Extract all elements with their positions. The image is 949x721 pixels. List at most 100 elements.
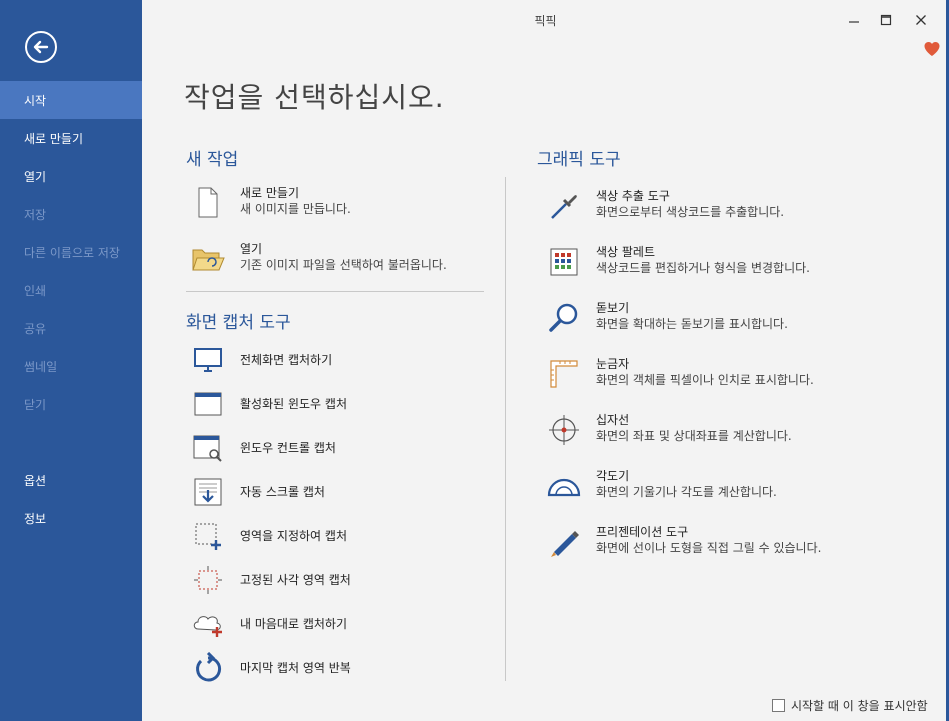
- item-label: 마지막 캡처 영역 반복: [240, 661, 351, 675]
- capture-fullscreen-item[interactable]: 전체화면 캡처하기: [190, 342, 332, 378]
- ruler-icon: [546, 356, 582, 392]
- item-desc: 화면의 좌표 및 상대좌표를 계산합니다.: [596, 429, 792, 443]
- item-label: 윈도우 컨트롤 캡처: [240, 441, 336, 455]
- sidebar-item-label: 열기: [24, 169, 47, 184]
- item-desc: 색상코드를 편집하거나 형식을 변경합니다.: [596, 261, 810, 275]
- sidebar-item-label: 새로 만들기: [24, 131, 84, 146]
- sidebar-item-label: 공유: [24, 321, 47, 336]
- item-desc: 새 이미지를 만듭니다.: [240, 202, 351, 216]
- item-label: 영역을 지정하여 캡처: [240, 529, 347, 543]
- freehand-cloud-icon: [190, 606, 226, 642]
- item-title: 색상 팔레트: [596, 245, 656, 259]
- crosshair-icon: [546, 412, 582, 448]
- sidebar-item-thumbnail[interactable]: 썸네일: [0, 347, 142, 385]
- magnifier-item[interactable]: 돋보기 화면을 확대하는 돋보기를 표시합니다.: [546, 300, 788, 336]
- item-desc: 화면으로부터 색상코드를 추출합니다.: [596, 205, 785, 219]
- sidebar-item-label: 썸네일: [24, 359, 58, 374]
- sidebar-item-save-as[interactable]: 다른 이름으로 저장: [0, 233, 142, 271]
- item-title: 돋보기: [596, 301, 630, 315]
- sidebar-item-share[interactable]: 공유: [0, 309, 142, 347]
- sidebar: 시작 새로 만들기 열기 저장 다른 이름으로 저장 인쇄 공유 썸네일 닫기 …: [0, 0, 142, 721]
- new-document-icon: [190, 185, 226, 221]
- sidebar-item-start[interactable]: 시작: [0, 81, 142, 119]
- capture-freehand-item[interactable]: 내 마음대로 캡처하기: [190, 606, 347, 642]
- item-label: 활성화된 윈도우 캡처: [240, 397, 347, 411]
- heart-icon[interactable]: [923, 40, 941, 58]
- sidebar-item-label: 닫기: [24, 397, 47, 412]
- capture-heading: 화면 캡처 도구: [186, 313, 291, 333]
- checkbox-box[interactable]: [772, 699, 785, 712]
- capture-active-window-item[interactable]: 활성화된 윈도우 캡처: [190, 386, 347, 422]
- item-title: 십자선: [596, 413, 630, 427]
- dont-show-at-startup-checkbox[interactable]: 시작할 때 이 창을 표시안함: [772, 697, 928, 714]
- capture-auto-scroll-item[interactable]: 자동 스크롤 캡처: [190, 474, 325, 510]
- capture-repeat-last-item[interactable]: 마지막 캡처 영역 반복: [190, 650, 351, 686]
- item-title: 눈금자: [596, 357, 630, 371]
- sidebar-item-label: 인쇄: [24, 283, 47, 298]
- item-label: 고정된 사각 영역 캡처: [240, 573, 351, 587]
- capture-region-item[interactable]: 영역을 지정하여 캡처: [190, 518, 347, 554]
- scroll-capture-icon: [190, 474, 226, 510]
- item-desc: 화면을 확대하는 돋보기를 표시합니다.: [596, 317, 788, 331]
- sidebar-item-save[interactable]: 저장: [0, 195, 142, 233]
- graphic-tools-heading: 그래픽 도구: [537, 150, 621, 170]
- window-title: 픽픽: [534, 14, 557, 28]
- region-select-icon: [190, 518, 226, 554]
- page-title: 작업을 선택하십시오.: [184, 81, 445, 114]
- sidebar-item-label: 다른 이름으로 저장: [24, 245, 120, 260]
- item-title: 색상 추출 도구: [596, 189, 670, 203]
- sidebar-item-label: 옵션: [24, 473, 47, 488]
- protractor-item[interactable]: 각도기 화면의 기울기나 각도를 계산합니다.: [546, 468, 777, 504]
- ruler-item[interactable]: 눈금자 화면의 객체를 픽셀이나 인치로 표시합니다.: [546, 356, 814, 392]
- eyedropper-icon: [546, 188, 582, 224]
- item-desc: 화면에 선이나 도형을 직접 그릴 수 있습니다.: [596, 541, 822, 555]
- color-palette-item[interactable]: 색상 팔레트 색상코드를 편집하거나 형식을 변경합니다.: [546, 244, 810, 280]
- sidebar-item-label: 저장: [24, 207, 47, 222]
- checkbox-label: 시작할 때 이 창을 표시안함: [791, 699, 928, 713]
- maximize-icon: [880, 14, 892, 26]
- color-picker-item[interactable]: 색상 추출 도구 화면으로부터 색상코드를 추출합니다.: [546, 188, 784, 224]
- section-divider: [186, 291, 484, 292]
- open-file-item[interactable]: 열기 기존 이미지 파일을 선택하여 불러옵니다.: [190, 241, 447, 277]
- magnifier-icon: [546, 300, 582, 336]
- sidebar-item-info[interactable]: 정보: [0, 499, 142, 537]
- item-label: 자동 스크롤 캡처: [240, 485, 325, 499]
- minimize-button[interactable]: [839, 8, 869, 32]
- column-divider: [505, 177, 506, 681]
- maximize-button[interactable]: [871, 8, 901, 32]
- minimize-icon: [849, 21, 859, 23]
- sidebar-item-new[interactable]: 새로 만들기: [0, 119, 142, 157]
- monitor-icon: [190, 342, 226, 378]
- capture-window-control-item[interactable]: 윈도우 컨트롤 캡처: [190, 430, 336, 466]
- close-icon: [916, 15, 926, 25]
- palette-grid-icon: [546, 244, 582, 280]
- item-label: 전체화면 캡처하기: [240, 353, 333, 367]
- item-label: 내 마음대로 캡처하기: [240, 617, 347, 631]
- folder-open-icon: [190, 241, 226, 277]
- new-file-item[interactable]: 새로 만들기 새 이미지를 만듭니다.: [190, 185, 351, 221]
- sidebar-item-print[interactable]: 인쇄: [0, 271, 142, 309]
- item-title: 프리젠테이션 도구: [596, 525, 689, 539]
- close-button[interactable]: [906, 8, 936, 32]
- active-window-icon: [190, 386, 226, 422]
- presentation-item[interactable]: 프리젠테이션 도구 화면에 선이나 도형을 직접 그릴 수 있습니다.: [546, 524, 821, 560]
- new-task-heading: 새 작업: [186, 150, 239, 170]
- item-title: 각도기: [596, 469, 630, 483]
- pen-icon: [546, 524, 582, 560]
- sidebar-item-label: 정보: [24, 511, 47, 526]
- sidebar-item-options[interactable]: 옵션: [0, 461, 142, 499]
- sidebar-item-label: 시작: [24, 93, 47, 108]
- item-title: 새로 만들기: [240, 186, 300, 200]
- sidebar-item-close[interactable]: 닫기: [0, 385, 142, 423]
- protractor-icon: [546, 468, 582, 504]
- item-desc: 기존 이미지 파일을 선택하여 불러옵니다.: [240, 258, 447, 272]
- sidebar-item-open[interactable]: 열기: [0, 157, 142, 195]
- item-desc: 화면의 기울기나 각도를 계산합니다.: [596, 485, 777, 499]
- window-control-icon: [190, 430, 226, 466]
- repeat-icon: [190, 650, 226, 686]
- capture-fixed-region-item[interactable]: 고정된 사각 영역 캡처: [190, 562, 351, 598]
- item-title: 열기: [240, 242, 263, 256]
- crosshair-item[interactable]: 십자선 화면의 좌표 및 상대좌표를 계산합니다.: [546, 412, 792, 448]
- back-arrow-icon[interactable]: [25, 31, 57, 63]
- fixed-region-icon: [190, 562, 226, 598]
